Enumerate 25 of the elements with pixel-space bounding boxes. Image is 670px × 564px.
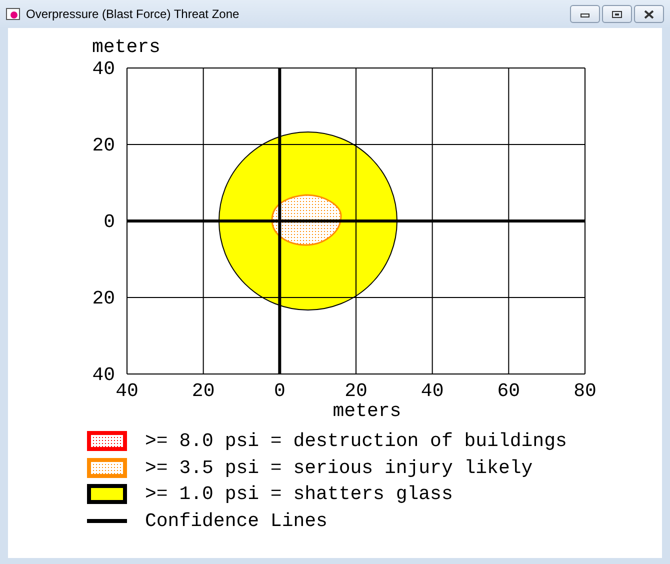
x-axis-label: meters [332,400,402,420]
maximize-button[interactable] [602,5,632,23]
y-tick-label: 20 [92,134,115,156]
x-tick-label: 40 [116,380,138,402]
y-axis-label: meters [92,36,160,58]
y-tick-label: 40 [92,364,115,386]
window-title: Overpressure (Blast Force) Threat Zone [26,6,240,23]
y-tick-label: 40 [92,58,115,80]
x-tick-label: 0 [274,380,286,402]
x-tick-label: 20 [192,380,215,402]
y-tick-label: 0 [104,211,115,233]
legend-label: >= 1.0 psi = shatters glass [145,484,453,504]
minimize-button[interactable] [570,5,600,23]
x-tick-label: 20 [344,380,368,402]
app-icon [6,8,20,20]
legend-label: Confidence Lines [145,510,328,530]
x-tick-label: 60 [497,380,520,402]
x-tick-label: 80 [574,380,596,402]
close-button[interactable] [634,5,664,23]
x-tick-label: 40 [420,380,444,402]
y-tick-label: 20 [92,288,115,310]
maximize-icon [611,10,623,18]
legend-label: >= 3.5 psi = serious injury likely [145,458,533,478]
legend-label: >= 8.0 psi = destruction of buildings [145,431,567,451]
close-icon [643,10,655,18]
